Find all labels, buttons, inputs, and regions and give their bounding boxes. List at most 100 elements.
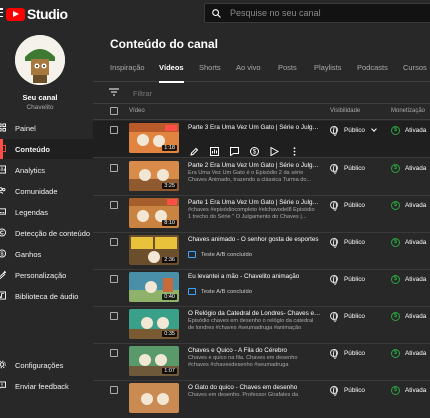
table-row[interactable]: 3:25 Parte 2 Era Uma Vez Um Gato | Série… — [93, 159, 430, 196]
more-options-icon[interactable] — [290, 143, 310, 156]
sidebar-item-analytics[interactable]: Analytics — [0, 160, 93, 180]
ab-test-icon — [188, 288, 196, 295]
earn-icon[interactable]: $ — [250, 143, 270, 156]
tab-videos[interactable]: Vídeos — [159, 63, 184, 83]
tab-shorts[interactable]: Shorts — [199, 63, 221, 83]
video-thumbnail[interactable] — [129, 383, 179, 413]
monetization-status[interactable]: $ Ativada — [391, 386, 426, 395]
menu-icon[interactable] — [0, 8, 3, 17]
sidebar-item-enviar-feedback[interactable]: Enviar feedback — [0, 376, 93, 396]
video-thumbnail[interactable]: 0:35 — [129, 309, 179, 339]
sidebar-item-comunidade[interactable]: Comunidade — [0, 181, 93, 201]
video-thumbnail[interactable]: 3:25 — [129, 161, 179, 191]
sidebar-item-label: Legendas — [15, 207, 48, 217]
column-video: Vídeo — [129, 108, 145, 114]
tab-playlists[interactable]: Playlists — [314, 63, 342, 83]
ab-test-status: Teste A/B concluído — [188, 251, 252, 258]
monetization-status[interactable]: $ Ativada — [391, 126, 426, 135]
globe-icon — [330, 126, 338, 136]
video-thumbnail[interactable]: 8:10 — [129, 198, 179, 228]
visibility-status[interactable]: Público — [330, 312, 365, 322]
monetization-status[interactable]: $ Ativada — [391, 312, 426, 321]
tab-inspiracao[interactable]: Inspiração — [110, 63, 145, 83]
visibility-value: Público — [344, 201, 365, 209]
filter-icon[interactable] — [109, 88, 119, 96]
visibility-dropdown[interactable]: Público — [330, 125, 377, 136]
sidebar-item-conteudo[interactable]: Conteúdo — [0, 139, 93, 159]
table-row[interactable]: 1:18 Parte 3 Era Uma Vez Um Gato | Série… — [93, 121, 430, 158]
sidebar-item-configuracoes[interactable]: Configurações — [0, 355, 93, 375]
sidebar-item-biblioteca-audio[interactable]: Biblioteca de áudio — [0, 286, 93, 306]
comments-icon[interactable] — [230, 143, 250, 157]
customization-icon — [0, 270, 6, 279]
video-title[interactable]: O Gato do quico - Chaves em desenho — [188, 384, 321, 391]
row-checkbox[interactable] — [110, 349, 118, 357]
monetization-value: Ativada — [405, 350, 427, 357]
sidebar-item-deteccao[interactable]: Detecção de conteúdo — [0, 223, 93, 243]
avatar[interactable] — [15, 35, 65, 85]
sidebar-item-label: Configurações — [15, 360, 64, 370]
video-title[interactable]: O Relógio da Catedral de Londres- Chaves… — [188, 310, 321, 317]
row-checkbox[interactable] — [110, 164, 118, 172]
sidebar-item-personalizacao[interactable]: Personalização — [0, 265, 93, 285]
tab-cursos[interactable]: Cursos — [403, 63, 427, 83]
video-thumbnail[interactable]: 1:07 — [129, 346, 179, 376]
sidebar-item-label: Comunidade — [15, 186, 58, 196]
sidebar-item-painel[interactable]: Painel — [0, 118, 93, 138]
video-title[interactable]: Chaves animado - O senhor gosta de espor… — [188, 236, 321, 243]
monetization-icon: $ — [391, 164, 400, 173]
visibility-status[interactable]: Público — [330, 238, 365, 248]
sidebar-item-label: Conteúdo — [15, 144, 50, 154]
visibility-status[interactable]: Público — [330, 275, 365, 285]
monetization-status[interactable]: $ Ativada — [391, 201, 426, 210]
monetization-status[interactable]: $ Ativada — [391, 275, 426, 284]
tab-podcasts[interactable]: Podcasts — [357, 63, 388, 83]
globe-icon — [330, 386, 338, 396]
video-title[interactable]: Parte 2 Era Uma Vez Um Gato | Série o Ju… — [188, 162, 321, 169]
visibility-status[interactable]: Público — [330, 164, 365, 174]
play-icon[interactable] — [270, 143, 290, 157]
video-duration: 8:10 — [162, 220, 177, 226]
row-checkbox[interactable] — [110, 126, 118, 134]
table-row[interactable]: 0:35 O Relógio da Catedral de Londres- C… — [93, 307, 430, 344]
video-title[interactable]: Chaves e Quico - A Fila do Cérebro — [188, 347, 321, 354]
row-checkbox[interactable] — [110, 238, 118, 246]
analytics-icon[interactable] — [210, 143, 230, 156]
channel-name: Chavelito — [26, 104, 54, 111]
channel-label: Seu canal — [22, 93, 58, 102]
sidebar-item-legendas[interactable]: Legendas — [0, 202, 93, 222]
video-title[interactable]: Parte 1 Era Uma Vez Um Gato | Série o Ju… — [188, 199, 321, 206]
sidebar-item-label: Painel — [15, 123, 36, 133]
video-title[interactable]: Parte 3 Era Uma Vez Um Gato | Série o Ju… — [188, 124, 321, 131]
table-row[interactable]: O Gato do quico - Chaves em desenho Chav… — [93, 381, 430, 418]
tab-posts[interactable]: Posts — [278, 63, 297, 83]
monetization-value: Ativada — [405, 127, 427, 134]
video-thumbnail[interactable]: 1:18 — [129, 123, 179, 153]
table-row[interactable]: 8:10 Parte 1 Era Uma Vez Um Gato | Série… — [93, 196, 430, 233]
edit-icon[interactable] — [190, 143, 210, 156]
monetization-status[interactable]: $ Ativada — [391, 164, 426, 173]
search-input[interactable]: Pesquise no seu canal — [204, 3, 430, 23]
video-title[interactable]: Eu levantei a mão - Chavelito animação — [188, 273, 321, 280]
row-checkbox[interactable] — [110, 312, 118, 320]
video-duration: 0:35 — [162, 331, 177, 337]
sidebar-item-ganhos[interactable]: $ Ganhos — [0, 244, 93, 264]
studio-logo[interactable]: Studio — [6, 6, 68, 22]
video-thumbnail[interactable]: 2:36 — [129, 235, 179, 265]
video-thumbnail[interactable]: 0:40 — [129, 272, 179, 302]
row-checkbox[interactable] — [110, 201, 118, 209]
visibility-status[interactable]: Público — [330, 386, 365, 396]
row-checkbox[interactable] — [110, 275, 118, 283]
visibility-status[interactable]: Público — [330, 201, 365, 211]
select-all-checkbox[interactable] — [110, 107, 118, 115]
visibility-status[interactable]: Público — [330, 349, 365, 359]
table-row[interactable]: 0:40 Eu levantei a mão - Chavelito anima… — [93, 270, 430, 307]
table-row[interactable]: 1:07 Chaves e Quico - A Fila do Cérebro … — [93, 344, 430, 381]
filter-input[interactable]: Filtrar — [133, 89, 152, 98]
filter-bar[interactable]: Filtrar — [93, 82, 430, 104]
monetization-status[interactable]: $ Ativada — [391, 238, 426, 247]
tab-ao-vivo[interactable]: Ao vivo — [236, 63, 261, 83]
monetization-status[interactable]: $ Ativada — [391, 349, 426, 358]
row-checkbox[interactable] — [110, 386, 118, 394]
table-row[interactable]: 2:36 Chaves animado - O senhor gosta de … — [93, 233, 430, 270]
